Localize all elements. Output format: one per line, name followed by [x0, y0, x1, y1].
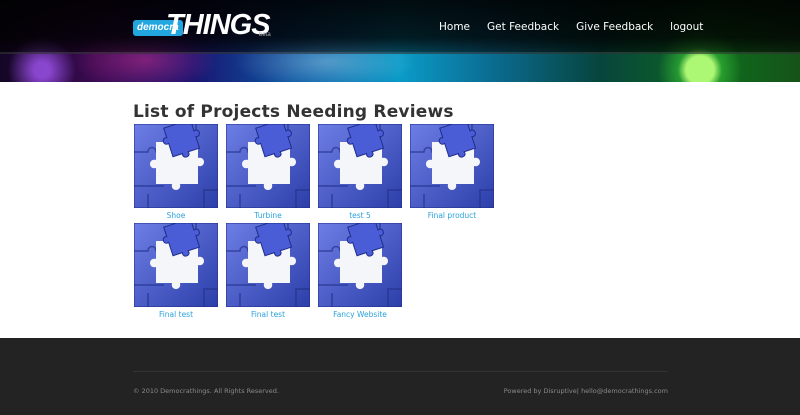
main-nav: Home Get Feedback Give Feedback logout	[439, 21, 720, 33]
project-link[interactable]: Shoe	[134, 211, 218, 220]
project-grid: Shoe Turbine test 5 Final product Final …	[134, 124, 514, 322]
logo-wordmark: THINGS	[166, 9, 271, 41]
project-card[interactable]: Fancy Website	[318, 223, 402, 322]
nav-get-feedback-link[interactable]: Get Feedback	[487, 21, 559, 33]
puzzle-piece-icon	[226, 124, 310, 208]
puzzle-piece-icon	[226, 223, 310, 307]
project-card[interactable]: Final product	[410, 124, 494, 223]
footer-separator: |	[576, 387, 579, 395]
copyright-text: © 2010 Democrathings. All Rights Reserve…	[133, 387, 279, 395]
site-header: democra THINGS beta Home Get Feedback Gi…	[0, 0, 800, 82]
logo-beta-tag: beta	[259, 32, 271, 38]
project-card[interactable]: Turbine	[226, 124, 310, 223]
puzzle-piece-icon	[410, 124, 494, 208]
nav-home-link[interactable]: Home	[439, 21, 470, 33]
project-card[interactable]: Final test	[226, 223, 310, 322]
puzzle-piece-icon	[318, 223, 402, 307]
puzzle-piece-icon	[134, 223, 218, 307]
nav-give-feedback-link[interactable]: Give Feedback	[576, 21, 653, 33]
footer-divider	[133, 371, 668, 372]
project-card[interactable]: Final test	[134, 223, 218, 322]
contact-email-link[interactable]: hello@democrathings.com	[581, 387, 668, 395]
puzzle-piece-icon	[318, 124, 402, 208]
project-card[interactable]: test 5	[318, 124, 402, 223]
project-card[interactable]: Shoe	[134, 124, 218, 223]
puzzle-piece-icon	[134, 124, 218, 208]
page-title: List of Projects Needing Reviews	[133, 102, 454, 122]
project-link[interactable]: Turbine	[226, 211, 310, 220]
project-link[interactable]: Final product	[410, 211, 494, 220]
project-link[interactable]: test 5	[318, 211, 402, 220]
site-footer: © 2010 Democrathings. All Rights Reserve…	[0, 338, 800, 415]
project-link[interactable]: Final test	[134, 310, 218, 319]
nav-logout-link[interactable]: logout	[670, 21, 703, 33]
project-link[interactable]: Fancy Website	[318, 310, 402, 319]
powered-by-link[interactable]: Powered by Disruptive	[504, 387, 577, 395]
powered-by-text: Powered by Disruptive| hello@democrathin…	[504, 387, 668, 395]
main-content: List of Projects Needing Reviews Shoe Tu…	[0, 82, 800, 338]
project-link[interactable]: Final test	[226, 310, 310, 319]
